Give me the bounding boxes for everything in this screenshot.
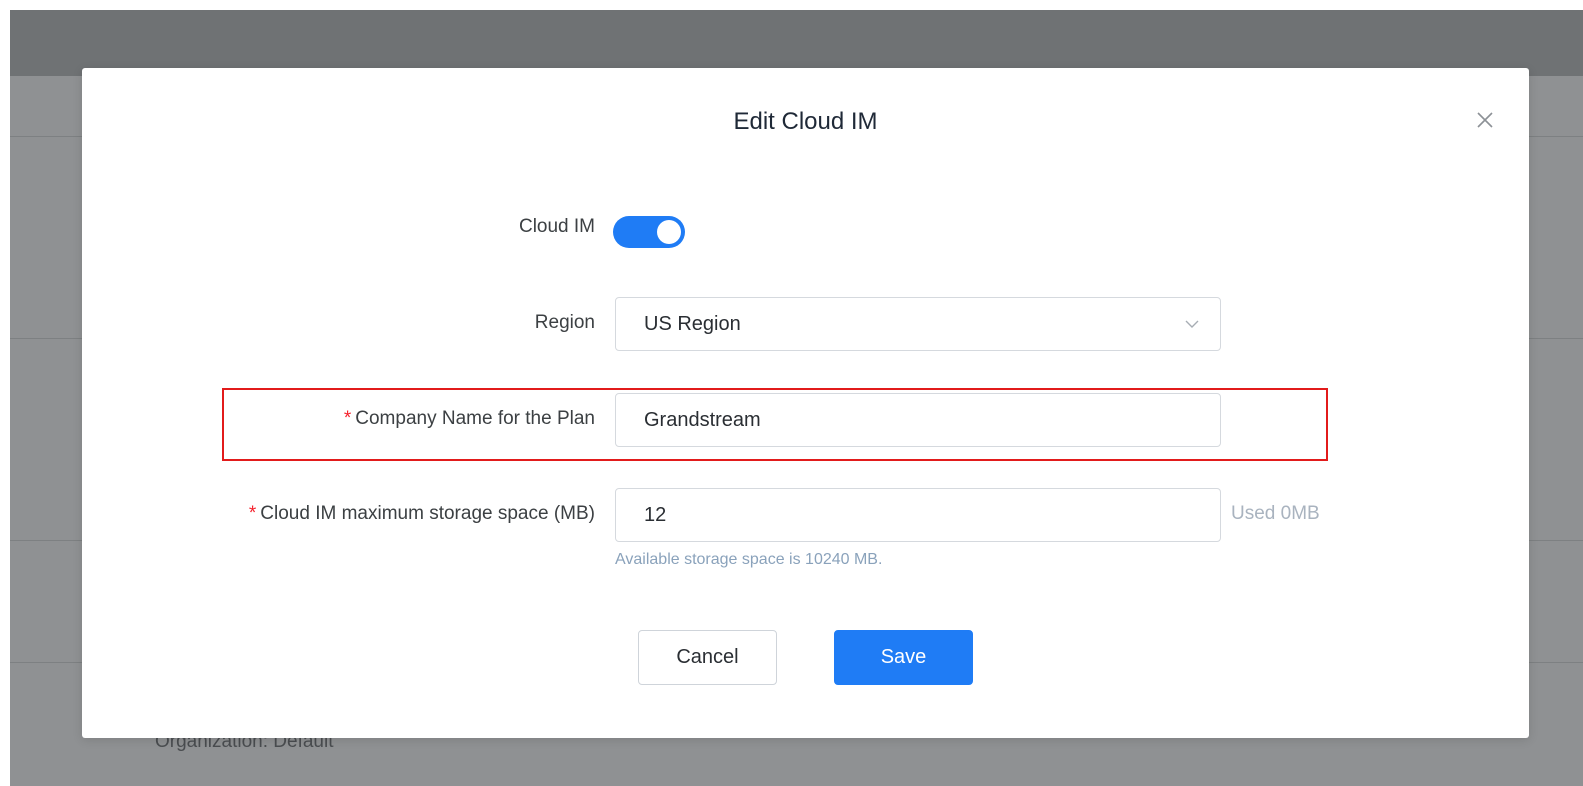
required-marker: * bbox=[248, 503, 257, 524]
company-name-label: * Company Name for the Plan bbox=[344, 408, 595, 430]
required-marker: * bbox=[343, 408, 352, 429]
toggle-knob bbox=[657, 220, 681, 244]
company-name-input[interactable] bbox=[644, 394, 1164, 446]
page: Organization: Default Edit Cloud IM Clou… bbox=[0, 0, 1583, 786]
cloud-im-label: Cloud IM bbox=[518, 216, 595, 237]
company-name-field[interactable] bbox=[615, 393, 1221, 447]
storage-used-text: Used 0MB bbox=[1231, 503, 1320, 524]
storage-field[interactable] bbox=[615, 488, 1221, 542]
background-header bbox=[10, 10, 1583, 76]
region-selected-value: US Region bbox=[644, 313, 741, 335]
chevron-down-icon bbox=[1185, 320, 1199, 328]
storage-label: * Cloud IM maximum storage space (MB) bbox=[249, 503, 595, 525]
cancel-button[interactable]: Cancel bbox=[638, 630, 777, 685]
dialog-title: Edit Cloud IM bbox=[733, 108, 878, 135]
close-button[interactable] bbox=[1473, 108, 1497, 132]
storage-hint: Available storage space is 10240 MB. bbox=[615, 551, 883, 568]
storage-input[interactable] bbox=[644, 489, 1164, 541]
save-button[interactable]: Save bbox=[834, 630, 973, 685]
close-icon bbox=[1477, 112, 1493, 128]
region-label: Region bbox=[534, 312, 595, 333]
region-select[interactable]: US Region bbox=[615, 297, 1221, 351]
edit-cloud-im-dialog: Edit Cloud IM Cloud IM Region US Region … bbox=[82, 68, 1529, 738]
company-name-label-text: Company Name for the Plan bbox=[355, 408, 595, 429]
cloud-im-toggle[interactable] bbox=[613, 216, 685, 248]
storage-label-text: Cloud IM maximum storage space (MB) bbox=[260, 503, 595, 524]
